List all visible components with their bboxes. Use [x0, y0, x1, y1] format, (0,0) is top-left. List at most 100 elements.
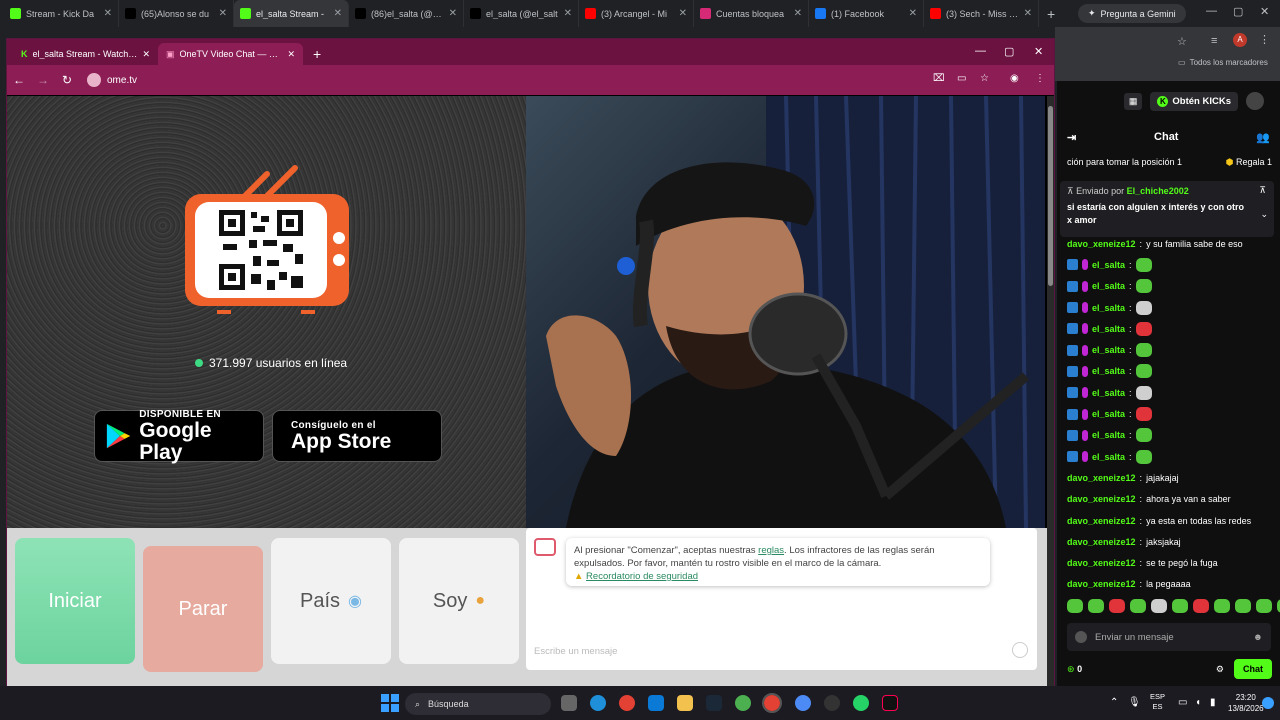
- rules-link[interactable]: reglas: [758, 545, 784, 556]
- safety-reminder-link[interactable]: Recordatorio de seguridad: [586, 571, 698, 582]
- inner-tab-kick[interactable]: K el_salta Stream - Watch Live on ✕: [13, 43, 158, 65]
- emoji-picker-icon[interactable]: ☻: [1253, 632, 1263, 643]
- gift-label[interactable]: Regala 1: [1236, 157, 1272, 167]
- settings-gear-icon[interactable]: ⚙: [1216, 664, 1224, 675]
- close-window-icon[interactable]: ✕: [1260, 5, 1269, 18]
- chat-send-button[interactable]: Chat: [1234, 659, 1272, 679]
- chat-username[interactable]: el_salta: [1092, 324, 1125, 334]
- translate-icon[interactable]: ⌧: [933, 73, 945, 84]
- forward-icon[interactable]: →: [31, 73, 55, 87]
- chat-username[interactable]: el_salta: [1092, 260, 1125, 270]
- chat-username[interactable]: el_salta: [1092, 388, 1125, 398]
- emoji-icon[interactable]: [1012, 642, 1028, 658]
- emote-icon[interactable]: [1256, 599, 1272, 613]
- tiktok-icon[interactable]: [882, 695, 898, 711]
- bookmark-icon[interactable]: ☆: [980, 73, 989, 84]
- inner-menu-icon[interactable]: ⋮: [1035, 73, 1045, 84]
- app-store-badge[interactable]: Consíguelo en el App Store: [272, 410, 442, 462]
- chrome-icon[interactable]: [619, 695, 635, 711]
- close-tab-icon[interactable]: ✕: [449, 8, 457, 19]
- new-tab-icon[interactable]: +: [303, 46, 331, 65]
- page-scrollbar[interactable]: [1047, 96, 1054, 687]
- chat-username[interactable]: davo_xeneize12: [1067, 239, 1136, 249]
- chrome-profile-icon[interactable]: [735, 695, 751, 711]
- outer-tab[interactable]: Cuentas bloquea ✕: [694, 0, 809, 27]
- close-tab-icon[interactable]: ✕: [909, 8, 917, 19]
- collapse-chat-icon[interactable]: ⇥: [1067, 131, 1076, 144]
- emote-icon[interactable]: [1088, 599, 1104, 613]
- battery-icon[interactable]: ▮: [1210, 697, 1216, 708]
- message-input[interactable]: Escribe un mensaje: [534, 646, 617, 657]
- new-tab-icon[interactable]: +: [1039, 6, 1063, 22]
- reload-icon[interactable]: ↻: [55, 73, 79, 87]
- emote-icon[interactable]: [1067, 599, 1083, 613]
- stop-button[interactable]: Parar: [143, 546, 263, 672]
- chat-settings-icon[interactable]: [1075, 631, 1087, 643]
- chat-username[interactable]: el_salta: [1092, 452, 1125, 462]
- get-kicks-button[interactable]: K Obtén KICKs: [1150, 91, 1238, 111]
- whatsapp-icon[interactable]: [853, 695, 869, 711]
- inner-close-icon[interactable]: ✕: [1034, 45, 1043, 58]
- outer-tab[interactable]: Stream - Kick Da ✕: [4, 0, 119, 27]
- task-view-icon[interactable]: [561, 695, 577, 711]
- emote-icon[interactable]: [1214, 599, 1230, 613]
- chat-username[interactable]: davo_xeneize12: [1067, 558, 1136, 568]
- close-tab-icon[interactable]: ✕: [142, 49, 150, 60]
- inner-minimize-icon[interactable]: —: [975, 45, 986, 57]
- chat-username[interactable]: el_salta: [1092, 345, 1125, 355]
- outer-tab[interactable]: (3) Arcangel - Mi ✕: [579, 0, 694, 27]
- close-tab-icon[interactable]: ✕: [564, 8, 572, 19]
- users-icon[interactable]: 👥: [1256, 131, 1270, 144]
- library-icon[interactable]: ▦: [1123, 92, 1143, 110]
- pinned-by-user[interactable]: El_chiche2002: [1127, 186, 1189, 196]
- gender-button[interactable]: Soy ●: [399, 538, 519, 664]
- profile-avatar[interactable]: A: [1233, 33, 1247, 47]
- profile-icon[interactable]: ◉: [1010, 73, 1019, 84]
- outer-tab[interactable]: (3) Sech - Miss Lo ✕: [924, 0, 1039, 27]
- close-tab-icon[interactable]: ✕: [104, 8, 112, 19]
- scrollbar-thumb[interactable]: [1048, 106, 1053, 286]
- close-tab-icon[interactable]: ✕: [334, 8, 342, 19]
- steam-icon[interactable]: [706, 695, 722, 711]
- emote-icon[interactable]: [1235, 599, 1251, 613]
- outer-tab[interactable]: (86)el_salta (@el_ ✕: [349, 0, 464, 27]
- emote-icon[interactable]: [1172, 599, 1188, 613]
- outer-tab[interactable]: el_salta (@el_salt ✕: [464, 0, 579, 27]
- reading-list-icon[interactable]: ≡: [1211, 35, 1217, 47]
- close-tab-icon[interactable]: ✕: [679, 8, 687, 19]
- outer-tab[interactable]: (65)Alonso se du ✕: [119, 0, 234, 27]
- close-tab-icon[interactable]: ✕: [794, 8, 802, 19]
- inner-maximize-icon[interactable]: ▢: [1004, 45, 1014, 58]
- maximize-icon[interactable]: ▢: [1233, 5, 1243, 18]
- menu-icon[interactable]: ⋮: [1259, 33, 1270, 46]
- close-tab-icon[interactable]: ✕: [287, 49, 295, 60]
- bookmark-star-icon[interactable]: ☆: [1177, 35, 1187, 48]
- emote-icon[interactable]: [1109, 599, 1125, 613]
- github-icon[interactable]: [824, 695, 840, 711]
- inner-tab-ometv[interactable]: ▣ OneTV Video Chat — Ome ✕: [158, 43, 303, 65]
- file-explorer-icon[interactable]: [677, 695, 693, 711]
- chat-username[interactable]: davo_xeneize12: [1067, 537, 1136, 547]
- gemini-button[interactable]: ✦ Pregunta a Gemini: [1078, 4, 1186, 23]
- send-message-field[interactable]: Enviar un mensaje ☻: [1067, 623, 1271, 651]
- chat-username[interactable]: davo_xeneize12: [1067, 494, 1136, 504]
- start-button[interactable]: Iniciar: [15, 538, 135, 664]
- chat-username[interactable]: davo_xeneize12: [1067, 516, 1136, 526]
- notification-icon[interactable]: [1262, 697, 1274, 709]
- chat-username[interactable]: el_salta: [1092, 409, 1125, 419]
- emote-icon[interactable]: [1130, 599, 1146, 613]
- tray-chevron-icon[interactable]: ⌃: [1110, 697, 1118, 708]
- country-button[interactable]: País ◉: [271, 538, 391, 664]
- minimize-icon[interactable]: —: [1206, 5, 1217, 17]
- close-tab-icon[interactable]: ✕: [219, 8, 227, 19]
- unpin-icon[interactable]: ⊼: [1259, 185, 1266, 196]
- chrome-alt-icon[interactable]: [795, 695, 811, 711]
- taskbar-search[interactable]: ⌕ Búsqueda: [405, 693, 551, 715]
- edge-icon[interactable]: [590, 695, 606, 711]
- network-icon[interactable]: ▭: [1178, 697, 1187, 708]
- close-tab-icon[interactable]: ✕: [1024, 8, 1032, 19]
- windows-start-icon[interactable]: [381, 694, 399, 712]
- outer-tab[interactable]: (1) Facebook ✕: [809, 0, 924, 27]
- site-info-icon[interactable]: [87, 73, 101, 87]
- all-bookmarks[interactable]: ▭ Todos los marcadores: [1178, 58, 1268, 67]
